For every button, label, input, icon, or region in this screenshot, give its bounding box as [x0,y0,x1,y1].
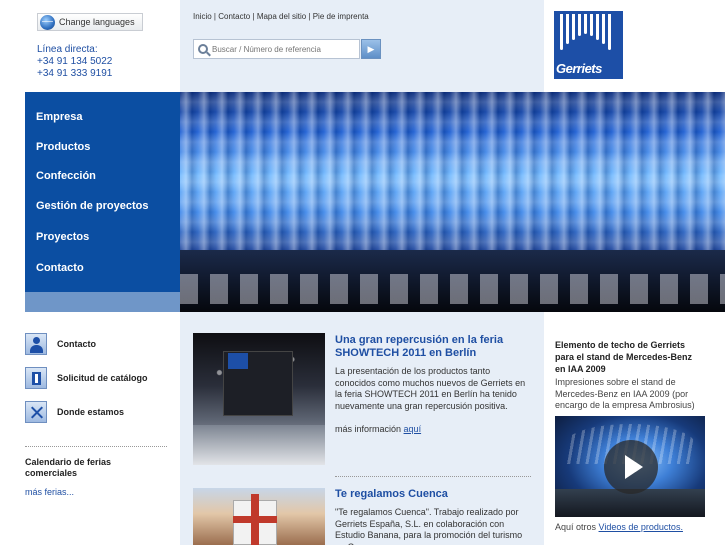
news-image-cuenca[interactable] [193,488,325,545]
news-more-link[interactable]: aquí [404,424,422,434]
news-more-info: más información aquí [335,424,421,434]
catalog-icon [25,367,47,389]
sidebar-bottom-strip [25,292,180,312]
more-videos: Aquí otros Videos de productos. [555,522,683,532]
feature-text: Impresiones sobre el stand de Mercedes-B… [555,377,695,410]
divider [335,476,531,477]
hotline: Línea directa: +34 91 134 5022 +34 91 33… [37,44,112,80]
globe-icon [40,14,55,30]
main-navigation: Empresa Productos Confección Gestión de … [25,92,180,312]
nav-item-empresa[interactable]: Empresa [36,111,82,123]
quick-link-contacto[interactable]: Contacto [25,333,96,355]
gerriets-logo[interactable]: Gerriets [554,11,623,79]
nav-item-productos[interactable]: Productos [36,141,90,153]
feature-title: Elemento de techo de Gerriets para el st… [555,340,693,374]
news-text-showtech: La presentación de los productos tanto c… [335,366,526,411]
news-image-showtech[interactable] [193,333,325,465]
search-input[interactable] [212,44,352,54]
hero-image [180,92,725,312]
fairs-calendar-title: Calendario de ferias comerciales [25,457,112,478]
topnav-mapa-del-sitio[interactable]: Mapa del sitio [257,12,306,21]
news-text-cuenca: "Te regalamos Cuenca". Trabajo realizado… [335,507,523,545]
topnav-separator: | [213,12,216,21]
quick-link-label: Solicitud de catálogo [57,373,148,383]
more-fairs-link[interactable]: más ferias... [25,487,74,497]
nav-item-proyectos[interactable]: Proyectos [36,231,89,243]
logo-text: Gerriets [556,61,602,76]
quick-link-label: Contacto [57,339,96,349]
product-video-player[interactable] [555,416,705,517]
news-title-cuenca[interactable]: Te regalamos Cuenca [335,488,535,501]
quick-link-label: Donde estamos [57,407,125,417]
topnav-separator: | [308,12,311,21]
divider [25,446,167,447]
logo-curtain-graphic [560,14,616,52]
change-language-button[interactable]: Change languages [37,13,143,31]
search-submit-button[interactable]: ▶ [361,39,381,59]
news-more-label: más información [335,424,402,434]
top-navigation: Inicio | Contacto | Mapa del sitio | Pie… [193,12,369,21]
search-icon [198,44,208,54]
hotline-phone-1: +34 91 134 5022 [37,56,113,67]
hotline-phone-2: +34 91 333 9191 [37,68,113,79]
play-icon[interactable] [604,440,658,494]
location-icon [25,401,47,423]
change-language-label: Change languages [59,17,135,27]
quick-link-donde-estamos[interactable]: Donde estamos [25,401,124,423]
search-box [193,39,360,59]
news-title-showtech[interactable]: Una gran repercusión en la feria SHOWTEC… [335,334,535,360]
topnav-inicio[interactable]: Inicio [193,12,212,21]
topnav-pie-de-imprenta[interactable]: Pie de imprenta [313,12,369,21]
person-icon [25,333,47,355]
quick-link-solicitud-de-catalogo[interactable]: Solicitud de catálogo [25,367,148,389]
arrow-right-icon: ▶ [367,44,375,54]
nav-item-confeccion[interactable]: Confección [36,170,96,182]
nav-item-contacto[interactable]: Contacto [36,262,84,274]
product-videos-link[interactable]: Videos de productos. [599,522,683,532]
topnav-contacto[interactable]: Contacto [218,12,250,21]
more-videos-label: Aquí otros [555,522,597,532]
hotline-label: Línea directa: [37,44,98,55]
topnav-separator: | [252,12,255,21]
nav-item-gestion-de-proyectos[interactable]: Gestión de proyectos [36,200,148,212]
